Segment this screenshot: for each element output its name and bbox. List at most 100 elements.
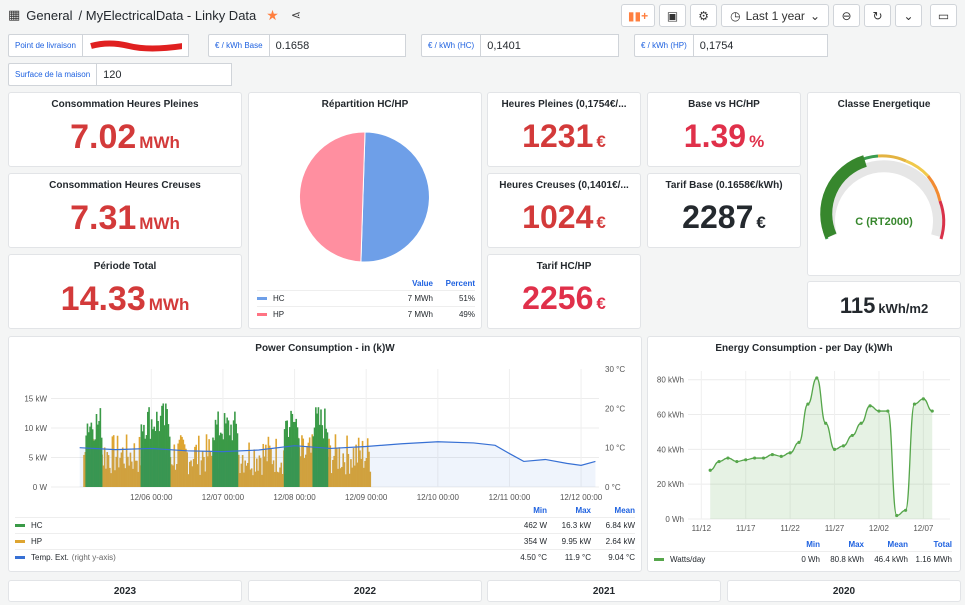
legend-row-hp[interactable]: HP 354 W 9.95 kW 2.64 kW	[15, 533, 635, 549]
series-name: HP	[273, 310, 285, 319]
col-min-header[interactable]: Min	[780, 540, 820, 549]
energy-point	[912, 402, 917, 406]
clock-icon: ◷	[730, 8, 741, 23]
series-swatch	[15, 556, 25, 559]
legend-row-hp[interactable]: HP 7 MWh 49%	[257, 306, 475, 322]
panel-title: Période Total	[93, 261, 157, 272]
energy-point	[841, 444, 846, 448]
stat-unit: €	[596, 213, 606, 232]
dashboards-grid-icon[interactable]: ▦	[8, 7, 20, 23]
col-value-header[interactable]: Value	[383, 279, 433, 288]
series-min: 462 W	[523, 521, 547, 530]
col-percent-header[interactable]: Percent	[433, 279, 475, 288]
add-panel-icon: ▮▮+	[627, 8, 649, 23]
x-tick-label: 11/17	[736, 524, 756, 533]
energy-point	[903, 508, 908, 512]
zoom-out-button[interactable]: ⊖	[833, 4, 860, 27]
panel-surface-conso: 115 kWh/m2	[807, 281, 961, 329]
y-tick-label: 60 kWh	[657, 411, 684, 420]
stat-value: 14.33 MWh	[9, 280, 241, 319]
panel-year-2020[interactable]: 2020	[727, 580, 961, 602]
time-range-picker[interactable]: ◷ Last 1 year ⌄	[721, 4, 829, 27]
x-tick-label: 12/09 00:00	[345, 493, 388, 502]
energy-point	[735, 459, 739, 464]
legend-header: Value Percent	[257, 276, 475, 290]
col-total-header[interactable]: Total	[908, 540, 952, 549]
energy-point	[930, 409, 934, 413]
panel-conso-hc: Consommation Heures Creuses 7.31 MWh	[8, 173, 242, 248]
panel-title: Classe Energetique	[837, 99, 931, 110]
point-livraison-input[interactable]	[82, 34, 189, 57]
top-bar: ▦ General / MyElectricalData - Linky Dat…	[0, 0, 965, 30]
series-min: 354 W	[523, 537, 547, 546]
col-min-header[interactable]: Min	[497, 506, 547, 515]
panel-year-2022[interactable]: 2022	[248, 580, 482, 602]
stat-number: 1024	[522, 199, 594, 235]
stat-number: 7.31	[70, 199, 137, 237]
pie-slice-hp[interactable]	[298, 131, 366, 263]
col-mean-header[interactable]: Mean	[864, 540, 908, 549]
series-swatch	[654, 558, 664, 561]
legend-row-watts[interactable]: Watts/day 0 Wh 80.8 kWh 46.4 kWh 1.16 MW…	[654, 551, 952, 567]
panel-year-2023[interactable]: 2023	[8, 580, 242, 602]
stat-value: 1024 €	[488, 199, 640, 236]
y-tick-label: 80 kWh	[657, 376, 684, 385]
stat-value: 2256 €	[488, 280, 640, 317]
save-button[interactable]: ▣	[659, 4, 687, 27]
energy-chart[interactable]: 0 Wh 20 kWh 40 kWh 60 kWh 80 kWh 11/12 11/17 11…	[648, 359, 960, 539]
y2-tick-label: 30 °C	[605, 365, 625, 374]
var-surface: Surface de la maison 120	[8, 63, 233, 86]
star-icon[interactable]: ★	[266, 7, 279, 24]
legend-row-temp[interactable]: Temp. Ext. (right y-axis) 4.50 °C 11.9 °C…	[15, 549, 635, 565]
tv-mode-button[interactable]: ▭	[930, 4, 957, 27]
panel-title: Base vs HC/HP	[688, 99, 760, 110]
refresh-interval-dropdown[interactable]: ⌄	[895, 4, 922, 27]
legend-row-hc[interactable]: HC 462 W 16.3 kW 6.84 kW	[15, 517, 635, 533]
panel-periode-total: Période Total 14.33 MWh	[8, 254, 242, 329]
y2-tick-label: 20 °C	[605, 404, 625, 413]
stat-number: 14.33	[60, 280, 146, 318]
kwh-hp-input[interactable]: 0,1754	[693, 34, 828, 57]
col-max-header[interactable]: Max	[547, 506, 591, 515]
power-chart[interactable]: 0 W 5 kW 10 kW 15 kW 0 °C 10 °C 20 °C 30 °C 12/0…	[9, 359, 641, 519]
refresh-button[interactable]: ↻	[864, 4, 891, 27]
col-mean-header[interactable]: Mean	[591, 506, 635, 515]
var-kwh-hp: € / kWh (HP) 0,1754	[634, 34, 828, 57]
pie-legend-table: Value Percent HC 7 MWh 51% HP 7 MWh 49%	[257, 276, 475, 322]
energy-point	[850, 433, 854, 438]
energy-legend-table: Min Max Mean Total Watts/day 0 Wh 80.8 k…	[654, 537, 952, 567]
kwh-hc-input[interactable]: 0,1401	[481, 34, 620, 57]
stat-unit: MWh	[148, 295, 190, 314]
kwh-base-input[interactable]: 0.1658	[269, 34, 406, 57]
energy-point	[753, 456, 757, 460]
y2-tick-label: 10 °C	[605, 444, 625, 453]
add-panel-button[interactable]: ▮▮+	[620, 4, 656, 27]
energy-point	[886, 409, 890, 413]
folder-link[interactable]: General	[26, 8, 72, 23]
panel-year-2021[interactable]: 2021	[487, 580, 721, 602]
refresh-icon: ↻	[872, 8, 883, 23]
energy-point	[806, 402, 810, 406]
x-tick-label: 12/11 00:00	[489, 493, 531, 502]
surface-input[interactable]: 120	[97, 63, 233, 86]
col-max-header[interactable]: Max	[820, 540, 864, 549]
stat-number: 7.02	[70, 118, 137, 156]
var-label: Surface de la maison	[8, 63, 98, 86]
series-name: HP	[31, 537, 43, 546]
series-swatch	[15, 524, 25, 527]
var-label: € / kWh (HP)	[634, 34, 694, 57]
panel-title: 2022	[353, 586, 377, 597]
series-total: 1.16 MWh	[915, 555, 952, 564]
pie-slice-hc[interactable]	[360, 131, 430, 263]
chevron-down-icon: ⌄	[809, 8, 820, 23]
series-name: HC	[31, 521, 43, 530]
share-icon[interactable]: ⋖	[291, 8, 301, 22]
legend-row-hc[interactable]: HC 7 MWh 51%	[257, 290, 475, 306]
energy-point	[824, 421, 828, 425]
settings-button[interactable]: ⚙	[690, 4, 718, 27]
dashboard-title[interactable]: / MyElectricalData - Linky Data	[79, 8, 257, 23]
panel-base-vs: Base vs HC/HP 1.39%	[647, 92, 801, 167]
energy-point	[726, 456, 730, 460]
monitor-icon: ▭	[937, 8, 950, 23]
panel-title: 2020	[832, 586, 856, 597]
